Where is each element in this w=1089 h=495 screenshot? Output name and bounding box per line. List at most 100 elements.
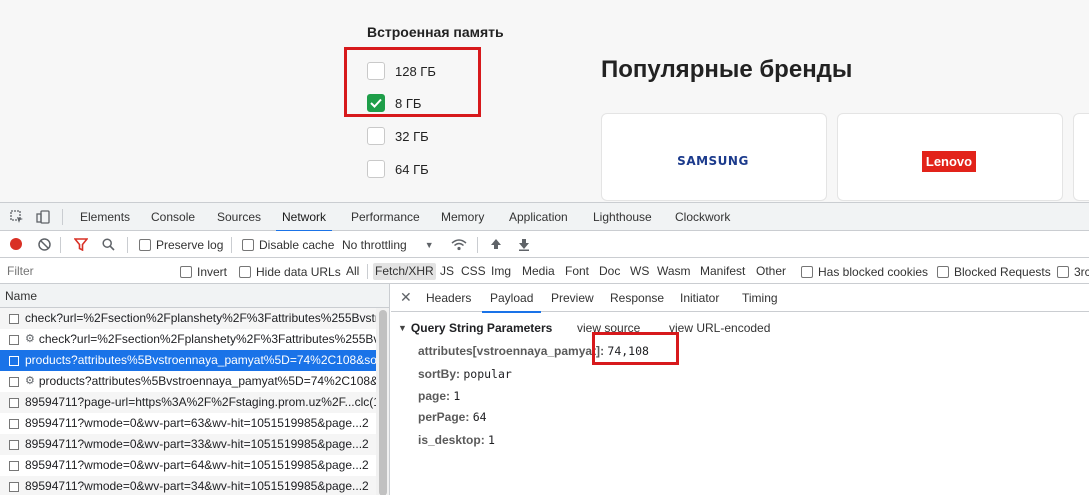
tab-network[interactable]: Network <box>275 203 333 232</box>
tab-elements[interactable]: Elements <box>80 203 130 231</box>
request-name: check?url=%2Fsection%2Fplanshety%2F%3Fat… <box>38 332 376 346</box>
separator <box>60 237 61 253</box>
request-row[interactable]: ⚙ products?attributes%5Bvstroennaya_pamy… <box>0 371 376 392</box>
tab-performance[interactable]: Performance <box>351 203 420 231</box>
request-row[interactable]: 89594711?wmode=0&wv-part=63&wv-hit=10515… <box>0 413 376 434</box>
tab-sources[interactable]: Sources <box>217 203 261 231</box>
filter-type-ws[interactable]: WS <box>628 263 651 280</box>
tab-response[interactable]: Response <box>610 284 664 312</box>
detail-tab-bar: ✕ Headers Payload Preview Response Initi… <box>391 284 1089 313</box>
search-icon[interactable] <box>99 235 117 253</box>
request-detail-panel: ✕ Headers Payload Preview Response Initi… <box>391 284 1089 495</box>
param-row: page: 1 <box>418 389 461 403</box>
device-toolbar-icon[interactable] <box>34 208 52 226</box>
query-string-section-toggle[interactable]: ▼ Query String Parameters <box>398 321 552 335</box>
close-icon[interactable]: ✕ <box>400 289 412 306</box>
param-key: attributes[vstroennaya_pamyat] <box>418 344 601 358</box>
filter-type-js[interactable]: JS <box>438 263 456 280</box>
request-row[interactable]: 89594711?wmode=0&wv-part=34&wv-hit=10515… <box>0 476 376 495</box>
export-download-icon[interactable] <box>515 235 533 253</box>
lenovo-logo: Lenovo <box>910 122 988 200</box>
request-type-icon <box>9 439 19 450</box>
filter-type-all[interactable]: All <box>344 263 361 280</box>
tab-application[interactable]: Application <box>509 203 568 231</box>
preserve-log-toggle[interactable]: Preserve log <box>139 237 223 253</box>
checkbox[interactable] <box>367 160 385 178</box>
checkbox[interactable] <box>239 265 251 278</box>
network-toolbar: Preserve log Disable cache No throttling… <box>0 231 1089 258</box>
filter-type-media[interactable]: Media <box>520 263 557 280</box>
param-key: page <box>418 389 447 403</box>
hide-data-urls-toggle[interactable]: Hide data URLs <box>239 264 341 279</box>
checkbox[interactable] <box>180 265 192 278</box>
request-row-selected[interactable]: products?attributes%5Bvstroennaya_pamyat… <box>0 350 376 371</box>
brand-card-partial[interactable] <box>1073 113 1089 201</box>
param-value: 64 <box>472 410 487 424</box>
request-list-scrollbar[interactable] <box>376 308 389 495</box>
gear-icon: ⚙ <box>25 333 35 345</box>
request-row[interactable]: 89594711?wmode=0&wv-part=64&wv-hit=10515… <box>0 455 376 476</box>
request-name: 89594711?page-url=https%3A%2F%2Fstaging.… <box>25 395 376 409</box>
has-blocked-cookies-toggle[interactable]: Has blocked cookies <box>801 264 928 279</box>
tab-clockwork[interactable]: Clockwork <box>675 203 730 231</box>
tab-timing[interactable]: Timing <box>742 284 778 312</box>
filter-type-font[interactable]: Font <box>563 263 591 280</box>
brand-card-lenovo[interactable]: Lenovo <box>837 113 1063 201</box>
invert-label: Invert <box>197 264 228 279</box>
tab-payload[interactable]: Payload <box>481 284 542 313</box>
filter-type-img[interactable]: Img <box>489 263 513 280</box>
request-type-icon <box>9 313 19 324</box>
inspect-element-icon[interactable] <box>8 208 26 226</box>
record-icon[interactable] <box>7 235 25 253</box>
view-url-encoded-link[interactable]: view URL-encoded <box>669 321 770 335</box>
filter-type-manifest[interactable]: Manifest <box>698 263 747 280</box>
filter-funnel-icon[interactable] <box>72 235 90 253</box>
request-row[interactable]: 89594711?page-url=https%3A%2F%2Fstaging.… <box>0 392 376 413</box>
filter-type-doc[interactable]: Doc <box>597 263 622 280</box>
disable-cache-toggle[interactable]: Disable cache <box>242 237 334 253</box>
scrollbar-thumb[interactable] <box>379 310 387 495</box>
request-row[interactable]: ⚙ check?url=%2Fsection%2Fplanshety%2F%3F… <box>0 329 376 350</box>
separator <box>127 237 128 253</box>
param-value: popular <box>463 367 512 381</box>
throttling-value: No throttling <box>342 238 407 252</box>
checkbox[interactable] <box>1057 265 1069 278</box>
network-conditions-wifi-icon[interactable] <box>450 235 468 253</box>
checkbox[interactable] <box>242 239 254 251</box>
annotation-highlight-box <box>344 47 481 117</box>
tab-preview[interactable]: Preview <box>551 284 594 312</box>
tab-console[interactable]: Console <box>151 203 195 231</box>
filter-type-css[interactable]: CSS <box>459 263 488 280</box>
filter-type-wasm[interactable]: Wasm <box>655 263 693 280</box>
request-row[interactable]: check?url=%2Fsection%2Fplanshety%2F%3Fat… <box>0 308 376 329</box>
checkbox[interactable] <box>801 265 813 278</box>
tab-memory[interactable]: Memory <box>441 203 484 231</box>
filter-input[interactable] <box>3 262 168 280</box>
filter-type-fetch-xhr[interactable]: Fetch/XHR <box>373 263 436 280</box>
request-type-icon <box>9 397 19 408</box>
checkbox[interactable] <box>937 265 949 278</box>
checkbox[interactable] <box>367 127 385 145</box>
filter-type-other[interactable]: Other <box>754 263 788 280</box>
clear-icon[interactable] <box>35 235 53 253</box>
import-upload-icon[interactable] <box>487 235 505 253</box>
request-type-icon <box>9 418 19 429</box>
brand-card-samsung[interactable]: SAMSUNG <box>601 113 827 201</box>
throttling-select[interactable]: No throttling ▼ <box>342 237 434 253</box>
tab-initiator[interactable]: Initiator <box>680 284 719 312</box>
blocked-requests-toggle[interactable]: Blocked Requests <box>937 264 1051 279</box>
request-name: 89594711?wmode=0&wv-part=63&wv-hit=10515… <box>25 416 369 430</box>
memory-option-64[interactable]: 64 ГБ <box>367 159 429 179</box>
memory-filter-title: Встроенная память <box>367 24 504 40</box>
checkbox[interactable] <box>139 239 151 251</box>
query-string-title: Query String Parameters <box>410 321 553 335</box>
tab-headers[interactable]: Headers <box>426 284 471 312</box>
memory-option-32[interactable]: 32 ГБ <box>367 126 429 146</box>
invert-toggle[interactable]: Invert <box>180 264 227 279</box>
param-key: perPage <box>418 410 466 424</box>
param-row: sortBy: popular <box>418 367 512 381</box>
third-party-toggle[interactable]: 3rc <box>1057 264 1089 279</box>
request-row[interactable]: 89594711?wmode=0&wv-part=33&wv-hit=10515… <box>0 434 376 455</box>
tab-lighthouse[interactable]: Lighthouse <box>593 203 652 231</box>
column-header-name[interactable]: Name <box>0 284 389 308</box>
